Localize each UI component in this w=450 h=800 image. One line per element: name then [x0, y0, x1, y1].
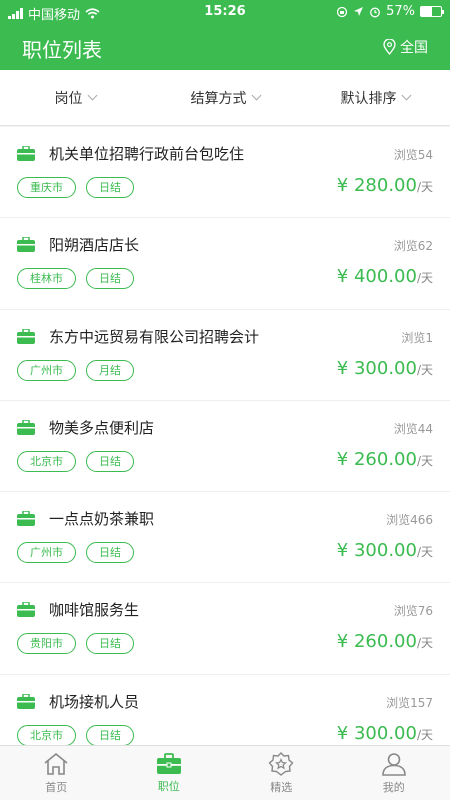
location-selector[interactable]: 全国 — [383, 37, 428, 57]
job-title: 东方中远贸易有限公司招聘会计 — [49, 327, 260, 346]
tab-featured[interactable]: 精选 — [225, 746, 338, 800]
location-arrow-icon — [354, 7, 364, 16]
price-unit: /天 — [416, 362, 433, 377]
job-price: ¥ 400.00/天 — [337, 266, 433, 287]
tab-label: 职位 — [157, 779, 180, 793]
chevron-down-icon — [401, 90, 411, 101]
job-item[interactable]: 物美多点便利店 浏览44 北京市 日结 ¥ 260.00/天 — [0, 401, 450, 493]
price-amount: ¥ 260.00 — [336, 631, 417, 653]
price-amount: ¥ 300.00 — [336, 722, 417, 744]
city-tag: 北京市 — [17, 724, 76, 745]
filter-label: 默认排序 — [340, 90, 397, 107]
briefcase-icon — [17, 693, 35, 709]
job-price: ¥ 280.00/天 — [337, 175, 433, 196]
view-count: 浏览1 — [401, 330, 433, 345]
view-count: 浏览157 — [386, 695, 433, 710]
tab-label: 首页 — [45, 780, 68, 794]
tab-label: 精选 — [270, 780, 293, 794]
price-unit: /天 — [416, 180, 433, 194]
city-tag: 广州市 — [17, 542, 76, 564]
job-item[interactable]: 咖啡馆服务生 浏览76 贵阳市 日结 ¥ 260.00/天 — [0, 583, 450, 675]
job-title: 阳朔酒店店长 — [49, 236, 140, 255]
price-unit: /天 — [416, 636, 433, 651]
chevron-down-icon — [87, 90, 97, 101]
city-tag: 贵阳市 — [17, 633, 76, 655]
price-unit: /天 — [416, 453, 433, 468]
briefcase-icon — [17, 511, 35, 527]
settlement-tag: 日结 — [86, 450, 134, 472]
job-title: 物美多点便利店 — [49, 418, 155, 437]
lock-rotation-icon — [336, 6, 348, 17]
filter-label: 岗位 — [54, 90, 83, 107]
location-pin-icon — [383, 39, 396, 55]
bottom-tab-bar: 首页 职位 精选 我的 — [0, 745, 450, 800]
home-icon — [44, 752, 68, 775]
briefcase-icon — [156, 752, 181, 774]
tab-profile[interactable]: 我的 — [338, 746, 450, 800]
city-tag: 广州市 — [17, 359, 76, 381]
job-title: 咖啡馆服务生 — [49, 601, 140, 620]
settlement-tag: 日结 — [86, 177, 134, 198]
city-tag: 重庆市 — [17, 177, 76, 198]
filter-label: 结算方式 — [190, 90, 247, 107]
tab-home[interactable]: 首页 — [0, 746, 113, 800]
job-title: 一点点奶茶兼职 — [49, 510, 155, 529]
price-amount: ¥ 400.00 — [336, 266, 417, 288]
alarm-icon — [370, 7, 381, 17]
view-count: 浏览54 — [393, 148, 433, 162]
briefcase-icon — [17, 146, 35, 161]
job-price: ¥ 300.00/天 — [337, 540, 433, 561]
job-item[interactable]: 机关单位招聘行政前台包吃住 浏览54 重庆市 日结 ¥ 280.00/天 — [0, 127, 450, 219]
filter-sort[interactable]: 默认排序 — [300, 70, 450, 125]
settlement-tag: 日结 — [86, 268, 134, 290]
settlement-tag: 日结 — [86, 633, 134, 655]
job-item[interactable]: 一点点奶茶兼职 浏览466 广州市 日结 ¥ 300.00/天 — [0, 492, 450, 584]
city-tag: 桂林市 — [17, 268, 76, 290]
job-price: ¥ 300.00/天 — [337, 723, 433, 744]
job-item[interactable]: 东方中远贸易有限公司招聘会计 浏览1 广州市 月结 ¥ 300.00/天 — [0, 310, 450, 401]
job-price: ¥ 300.00/天 — [337, 358, 433, 379]
settlement-tag: 月结 — [86, 359, 134, 381]
job-list[interactable]: 机关单位招聘行政前台包吃住 浏览54 重庆市 日结 ¥ 280.00/天 阳朔酒店… — [0, 127, 450, 745]
user-icon — [381, 752, 406, 776]
job-title: 机关单位招聘行政前台包吃住 — [49, 145, 245, 163]
price-amount: ¥ 300.00 — [336, 357, 417, 379]
price-unit: /天 — [416, 271, 433, 286]
briefcase-icon — [17, 328, 35, 344]
tab-jobs[interactable]: 职位 — [113, 746, 226, 800]
page-title: 职位列表 — [22, 38, 102, 62]
view-count: 浏览76 — [393, 604, 433, 619]
price-amount: ¥ 260.00 — [336, 448, 417, 470]
briefcase-icon — [17, 602, 35, 618]
job-item[interactable]: 阳朔酒店店长 浏览62 桂林市 日结 ¥ 400.00/天 — [0, 218, 450, 310]
chevron-down-icon — [251, 90, 261, 101]
tab-label: 我的 — [382, 780, 405, 794]
job-title: 机场接机人员 — [49, 692, 140, 711]
price-amount: ¥ 300.00 — [336, 540, 417, 562]
briefcase-icon — [17, 237, 35, 253]
view-count: 浏览466 — [386, 513, 433, 528]
settlement-tag: 日结 — [86, 724, 134, 745]
location-label: 全国 — [400, 40, 428, 56]
filter-bar: 岗位 结算方式 默认排序 — [0, 70, 450, 126]
battery-icon — [420, 6, 444, 17]
price-amount: ¥ 280.00 — [336, 175, 417, 196]
job-item[interactable]: 机场接机人员 浏览157 北京市 日结 ¥ 300.00/天 — [0, 675, 450, 745]
price-unit: /天 — [416, 545, 433, 560]
battery-percent: 57% — [386, 4, 415, 19]
filter-settlement[interactable]: 结算方式 — [150, 70, 300, 125]
status-bar: 中国移动 15:26 57% — [0, 0, 450, 24]
price-unit: /天 — [416, 727, 433, 742]
city-tag: 北京市 — [17, 450, 76, 472]
filter-position[interactable]: 岗位 — [0, 70, 150, 125]
view-count: 浏览62 — [393, 239, 433, 254]
job-price: ¥ 260.00/天 — [337, 631, 433, 652]
settlement-tag: 日结 — [86, 542, 134, 564]
star-badge-icon — [268, 751, 294, 776]
app-header: 职位列表 全国 — [0, 24, 450, 70]
job-price: ¥ 260.00/天 — [337, 449, 433, 470]
view-count: 浏览44 — [393, 421, 433, 436]
briefcase-icon — [17, 419, 35, 435]
